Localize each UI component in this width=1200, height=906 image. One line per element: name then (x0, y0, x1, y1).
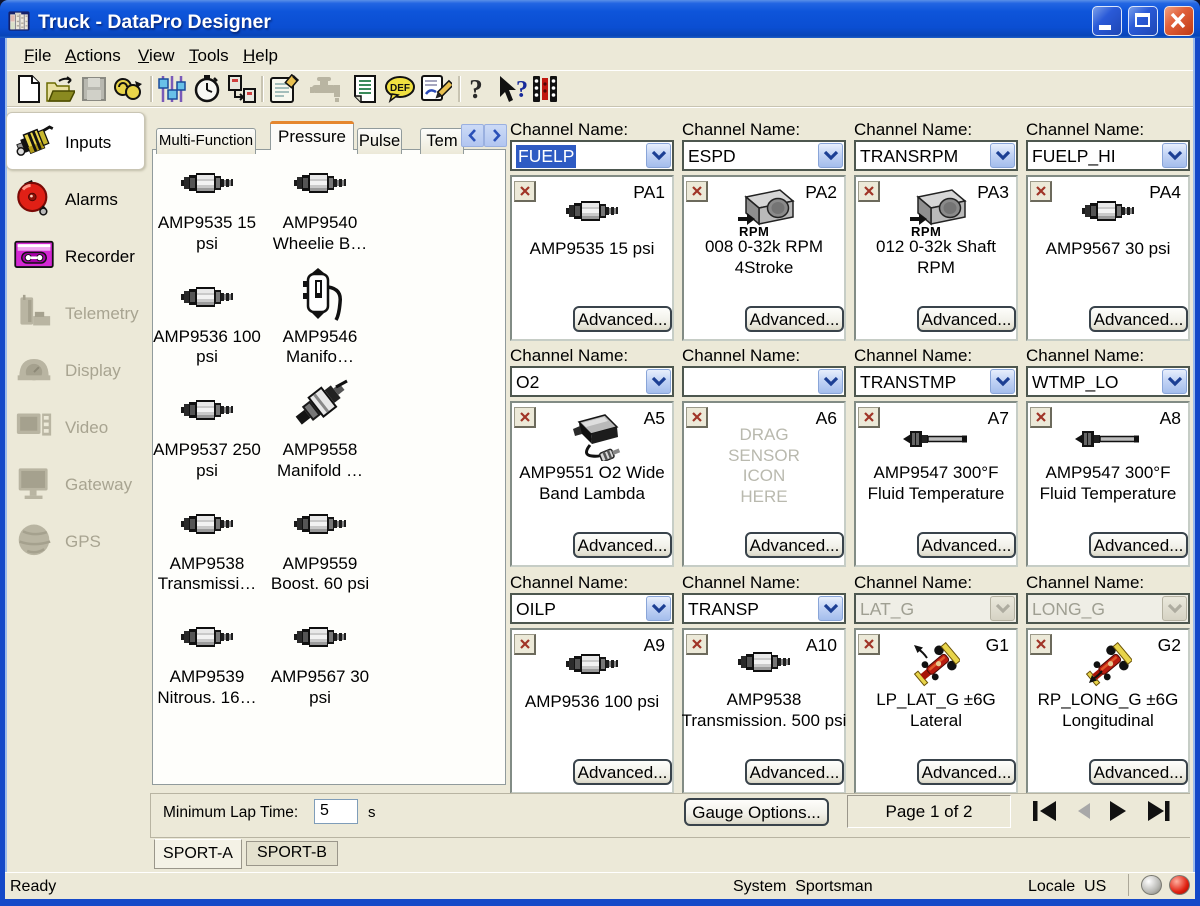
svg-text:?: ? (516, 77, 528, 103)
svg-text:DEF: DEF (390, 83, 410, 94)
svg-text:?: ? (469, 74, 483, 104)
